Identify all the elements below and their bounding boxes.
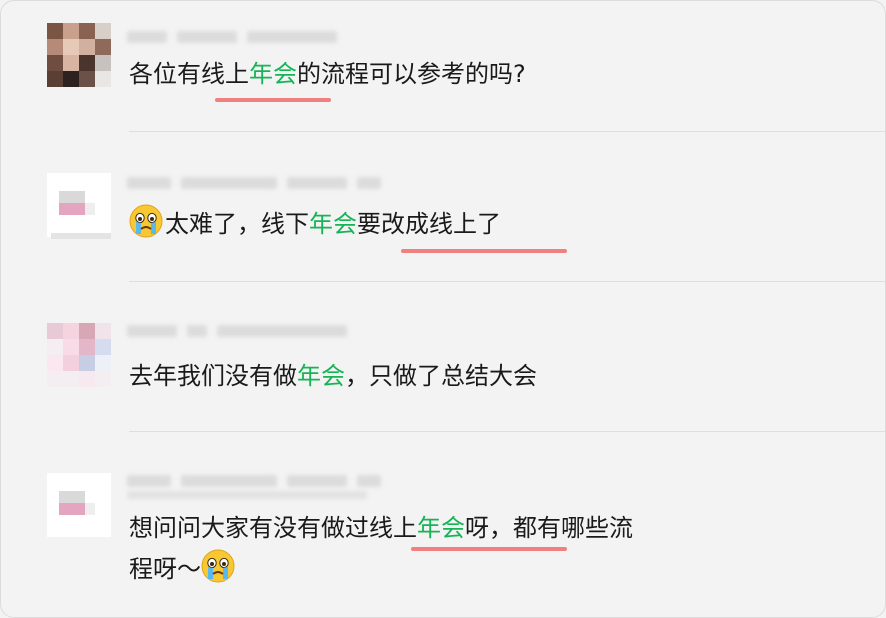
message-text: 太难了，线下年会要改成线上了 bbox=[129, 204, 501, 243]
crying-face-emoji bbox=[129, 204, 163, 238]
sender-subtext-redacted bbox=[127, 489, 367, 503]
highlight-keyword: 年会 bbox=[309, 210, 357, 238]
sender-name-redacted bbox=[127, 321, 367, 341]
message-text-part: 要改成线上了 bbox=[357, 210, 501, 238]
chat-panel: 各位有线上年会的流程可以参考的吗? 太难了，线下年会要改成线上了 去年我们没有做… bbox=[0, 0, 886, 618]
message-text-line2: 程呀～ bbox=[129, 549, 237, 588]
sender-name-redacted bbox=[127, 173, 381, 193]
message-text-part: 去年我们没有做 bbox=[129, 362, 297, 390]
avatar[interactable] bbox=[47, 323, 111, 387]
avatar[interactable] bbox=[47, 173, 111, 237]
sender-name-redacted bbox=[127, 27, 367, 47]
message-divider bbox=[129, 131, 885, 132]
avatar[interactable] bbox=[47, 473, 111, 537]
message-text-part: 各位有线上 bbox=[129, 60, 249, 88]
highlight-keyword: 年会 bbox=[249, 60, 297, 88]
message-text: 去年我们没有做年会，只做了总结大会 bbox=[129, 357, 537, 395]
message-divider bbox=[129, 431, 885, 432]
message-text-part: 呀，都有哪些流 bbox=[465, 514, 633, 542]
highlight-keyword: 年会 bbox=[297, 362, 345, 390]
highlight-underline bbox=[215, 98, 331, 102]
highlight-keyword: 年会 bbox=[417, 514, 465, 542]
sender-name-redacted bbox=[127, 471, 381, 491]
message-text-part: ，只做了总结大会 bbox=[345, 362, 537, 390]
avatar-shadow bbox=[51, 233, 111, 239]
avatar[interactable] bbox=[47, 23, 111, 87]
message-text-part: 想问问大家有没有做过线上 bbox=[129, 514, 417, 542]
message-text-part: 太难了，线下 bbox=[165, 210, 309, 238]
highlight-underline bbox=[411, 547, 567, 551]
highlight-underline bbox=[401, 249, 567, 253]
crying-face-emoji bbox=[201, 549, 235, 583]
message-text-part: 的流程可以参考的吗? bbox=[297, 60, 526, 88]
message-text: 想问问大家有没有做过线上年会呀，都有哪些流 bbox=[129, 509, 633, 547]
message-text: 各位有线上年会的流程可以参考的吗? bbox=[129, 55, 526, 93]
message-text-part: 程呀～ bbox=[129, 555, 201, 583]
message-divider bbox=[129, 281, 885, 282]
